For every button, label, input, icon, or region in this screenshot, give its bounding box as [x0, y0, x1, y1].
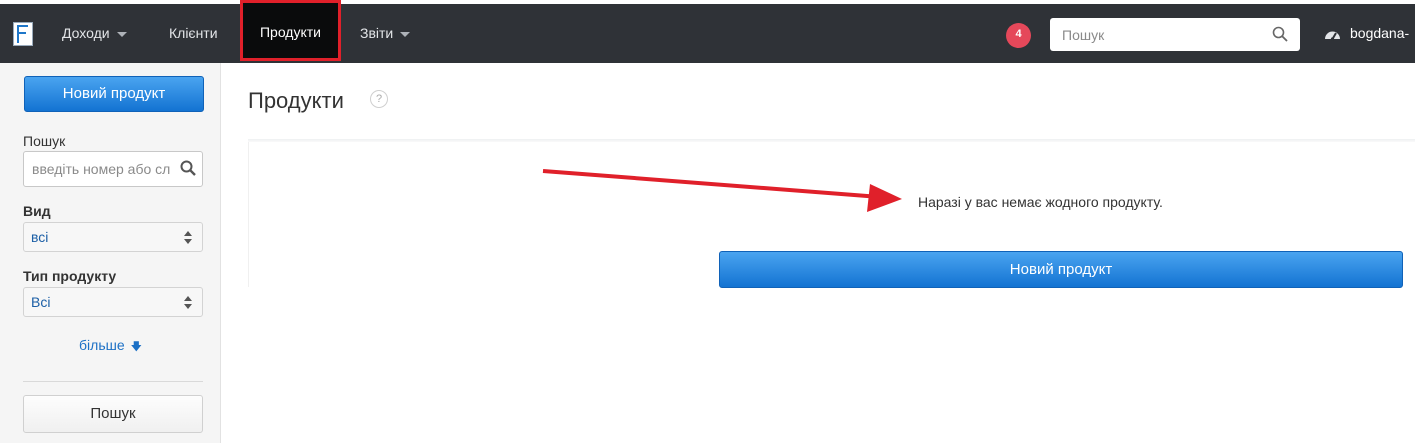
search-label: Пошук: [23, 133, 66, 149]
product-type-label: Тип продукту: [23, 268, 117, 284]
nav-reports-label: Звіти: [360, 25, 394, 41]
nav-products[interactable]: Продукти: [240, 0, 341, 61]
chevron-down-icon: [400, 31, 411, 37]
chevron-down-icon: [116, 31, 127, 37]
arrow-down-icon: 🡇: [130, 341, 142, 353]
product-type-select-value: Всі: [31, 294, 51, 310]
sidebar-search-box: [23, 151, 203, 187]
nav-clients-label: Клієнти: [169, 25, 218, 41]
annotation-arrow-icon: [542, 169, 902, 212]
nav-clients[interactable]: Клієнти: [169, 4, 218, 63]
notifications-badge[interactable]: 4: [1006, 23, 1031, 48]
nav-income[interactable]: Доходи: [62, 4, 127, 63]
sidebar-search-button[interactable]: Пошук: [23, 395, 203, 433]
global-search: [1050, 18, 1300, 51]
select-arrows-icon: [184, 296, 192, 309]
user-name: bogdana-: [1350, 25, 1410, 41]
more-filters-link[interactable]: більше 🡇: [0, 337, 221, 357]
sidebar-new-product-button[interactable]: Новий продукт: [24, 76, 204, 112]
empty-state-message: Наразі у вас немає жодного продукту.: [918, 194, 1163, 210]
content-panel-top: [248, 139, 1415, 142]
nav-income-label: Доходи: [62, 25, 110, 41]
help-icon[interactable]: ?: [370, 90, 388, 108]
product-type-select[interactable]: Всі: [23, 287, 203, 317]
nav-products-label: Продукти: [259, 24, 321, 40]
user-menu[interactable]: bogdana-: [1324, 4, 1409, 63]
global-search-input[interactable]: [1050, 18, 1260, 51]
type-select-value: всі: [31, 229, 49, 245]
type-label: Вид: [23, 203, 51, 219]
search-icon[interactable]: [180, 160, 196, 181]
sidebar-search-input[interactable]: [24, 152, 172, 186]
more-filters-label: більше: [79, 337, 125, 353]
type-select[interactable]: всі: [23, 222, 203, 252]
new-product-button[interactable]: Новий продукт: [719, 251, 1403, 288]
dashboard-icon: [1325, 31, 1340, 41]
sidebar-divider: [23, 381, 203, 382]
page-title: Продукти: [248, 88, 344, 113]
select-arrows-icon: [184, 231, 192, 244]
search-icon[interactable]: [1272, 26, 1288, 47]
filter-sidebar: Новий продукт Пошук Вид всі Тип продукту…: [0, 63, 221, 443]
nav-reports[interactable]: Звіти: [360, 4, 411, 63]
content-panel-left-edge: [248, 142, 249, 287]
app-logo-icon[interactable]: [13, 22, 33, 46]
